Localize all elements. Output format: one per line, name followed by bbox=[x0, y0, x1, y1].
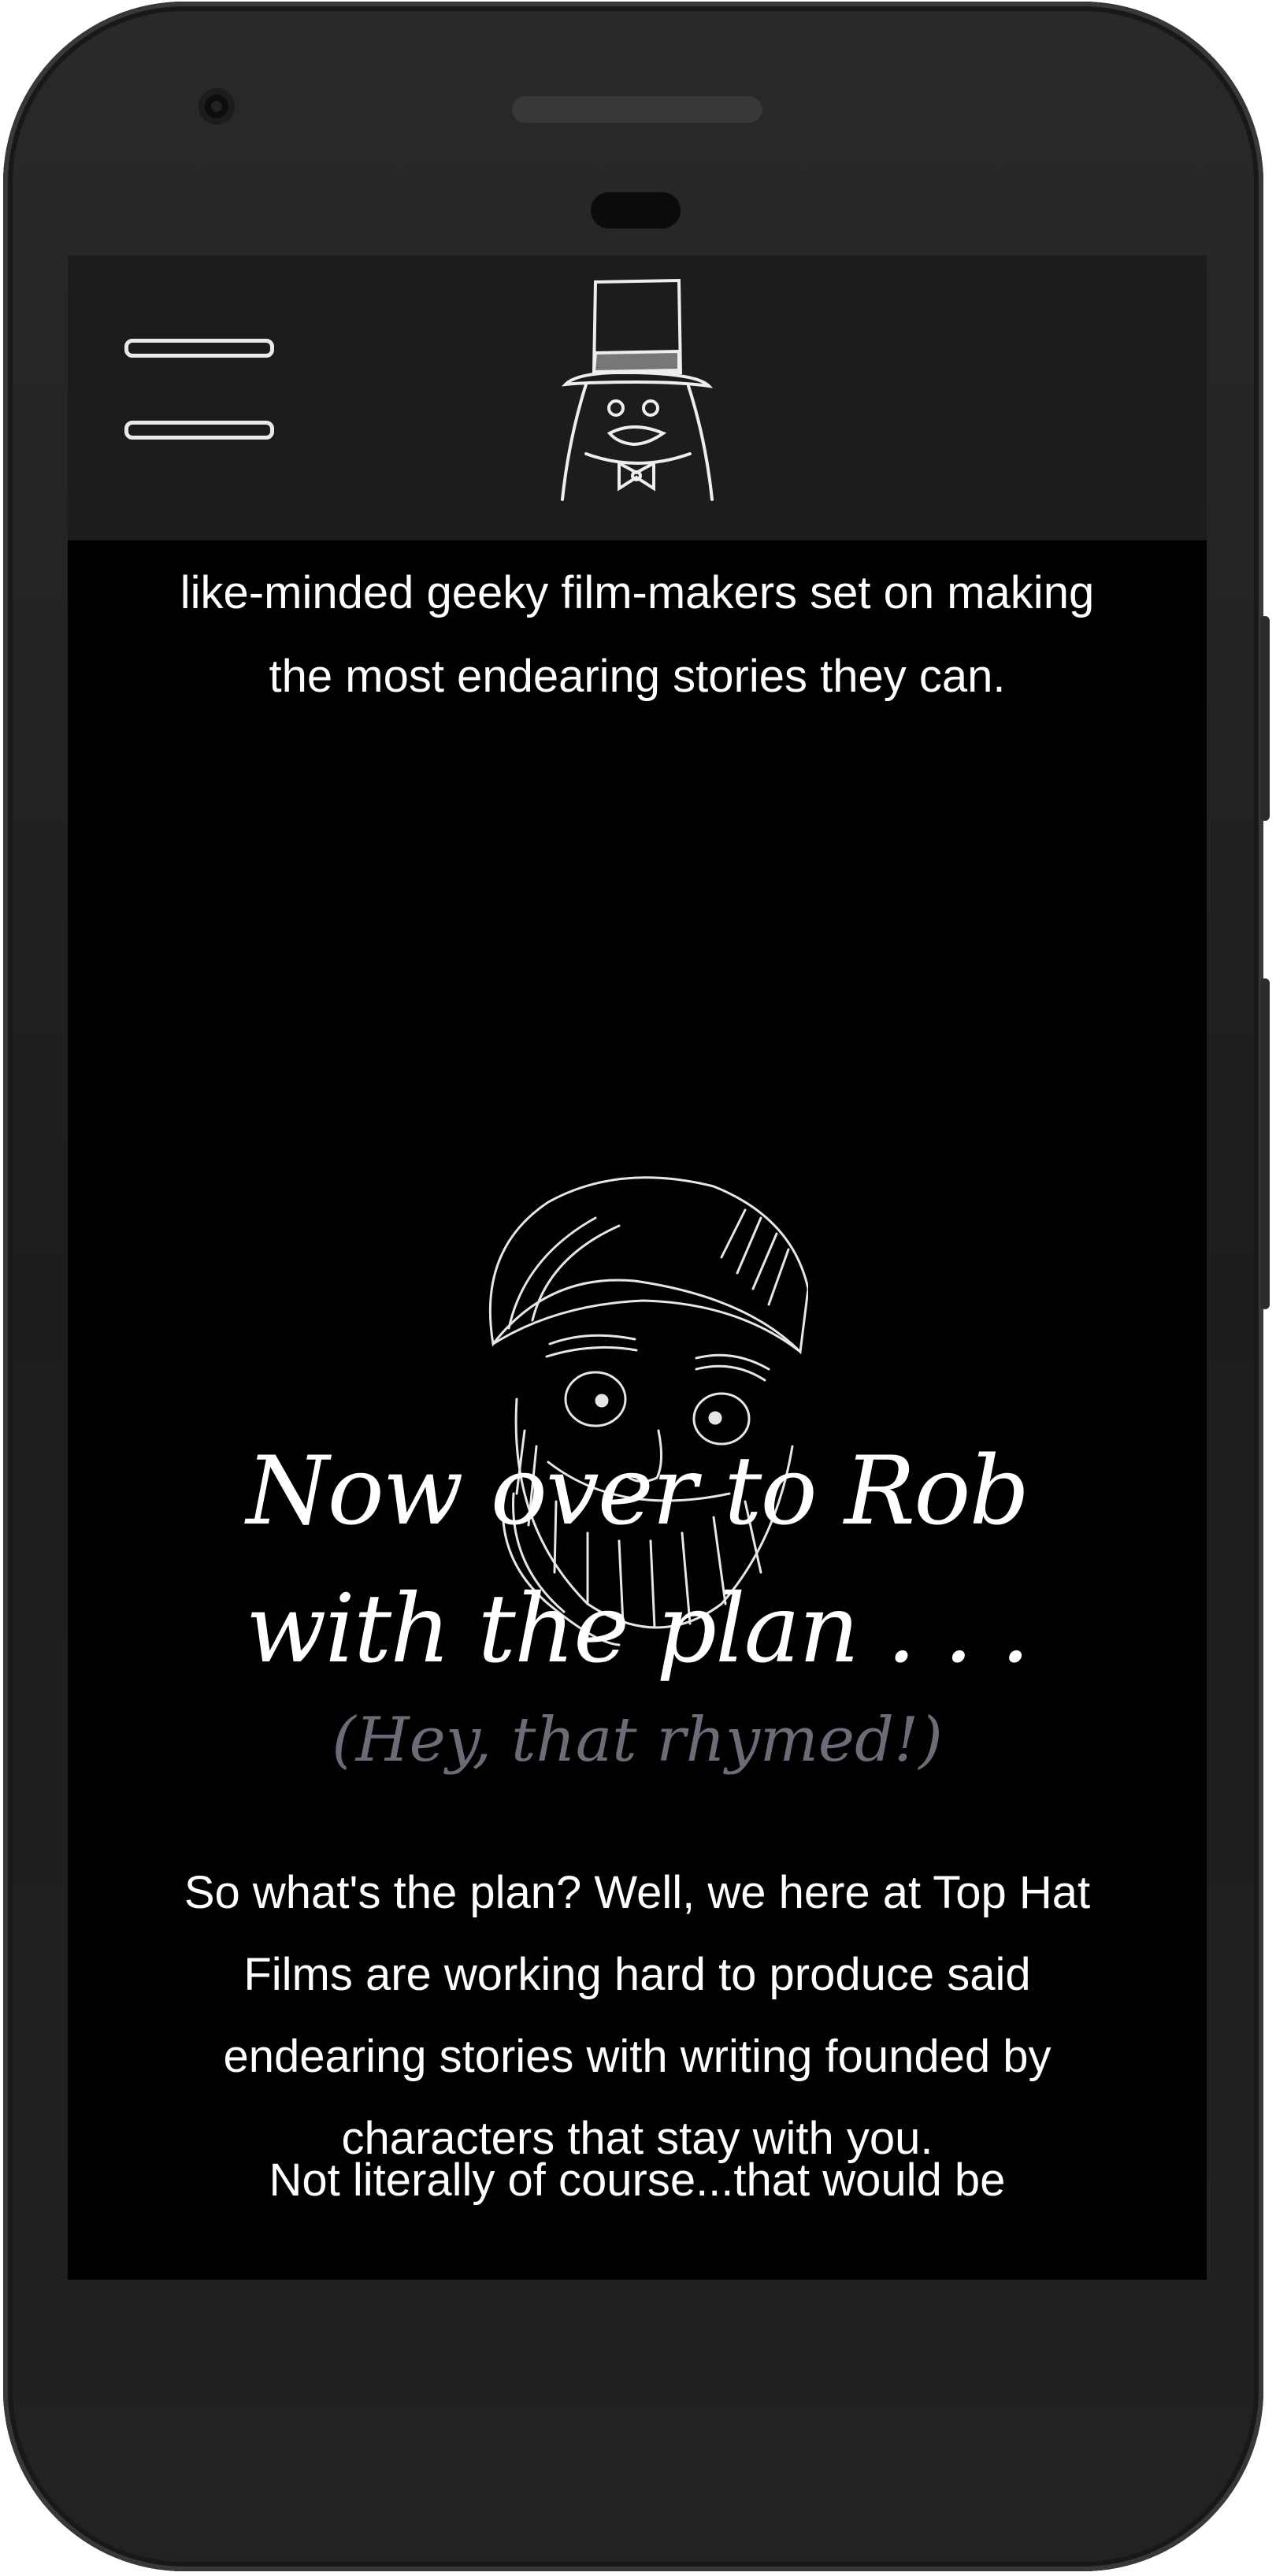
intro-text: like-minded geeky film-makers set on mak… bbox=[68, 551, 1207, 718]
front-camera bbox=[198, 88, 235, 124]
earpiece-speaker bbox=[512, 96, 762, 123]
screen: like-minded geeky film-makers set on mak… bbox=[68, 255, 1207, 2280]
page-heading: Now over to Rob with the plan . . . bbox=[245, 1437, 1030, 1684]
proximity-sensor bbox=[591, 192, 681, 228]
intro-line-1: like-minded geeky film-makers set on mak… bbox=[180, 567, 1095, 618]
menu-bar-top bbox=[124, 339, 274, 358]
plan-paragraph: So what's the plan? Well, we here at Top… bbox=[184, 1867, 1091, 2164]
intro-line-2: the most endearing stories they can. bbox=[269, 651, 1006, 702]
hamburger-menu-icon[interactable] bbox=[124, 339, 282, 457]
phone-frame: like-minded geeky film-makers set on mak… bbox=[3, 2, 1270, 2571]
side-button-bottom bbox=[1260, 978, 1270, 1309]
next-paragraph: Not literally of course...that would be bbox=[269, 2155, 1006, 2206]
top-hat-logo[interactable] bbox=[555, 266, 720, 503]
menu-bar-bottom bbox=[124, 421, 274, 440]
site-header bbox=[68, 255, 1207, 540]
page-subheading: (Hey, that rhymed!) bbox=[332, 1705, 943, 1776]
side-button-top bbox=[1260, 616, 1270, 821]
